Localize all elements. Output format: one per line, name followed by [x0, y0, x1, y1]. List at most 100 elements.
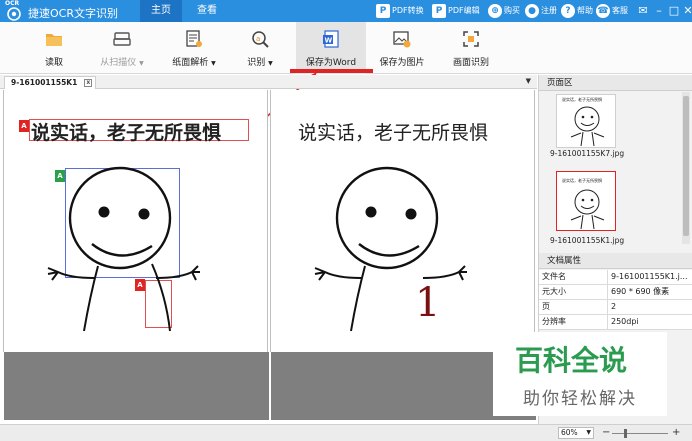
chevron-down-icon: ▼ — [586, 429, 591, 436]
prop-key: 元大小 — [542, 287, 566, 296]
thumbnail-figure — [570, 106, 605, 147]
screen-capture-icon — [463, 31, 479, 47]
parse-page-label: 纸面解析 — [172, 58, 209, 68]
prop-row: 页 2 — [539, 300, 692, 315]
thumb-text: 说实话，老子无所畏惧 — [562, 178, 602, 183]
help-label: 帮助 — [577, 6, 593, 15]
watermark-logo-text: 百科全说 — [515, 344, 627, 376]
watermark: 百科全说 助你轻松解决 — [493, 332, 667, 416]
chevron-down-icon: ▼ — [139, 60, 144, 67]
zoom-value: 60% — [561, 428, 578, 437]
chevron-down-icon: ▼ — [268, 60, 273, 67]
buy-label: 购买 — [504, 6, 520, 15]
zoom-in-button[interactable]: + — [672, 427, 680, 439]
pdf-convert-label: PDF转换 — [392, 6, 424, 15]
close-button[interactable]: ✕ — [681, 0, 692, 22]
tab-view[interactable]: 查看 — [186, 0, 228, 22]
folder-icon — [46, 34, 62, 46]
skin-icon[interactable]: ✉ — [636, 0, 650, 22]
thumb-caption-1: 9-161001155K7.jpg — [550, 149, 625, 158]
scanner-icon — [113, 32, 131, 46]
divider — [607, 270, 608, 285]
status-bar: 60% ▼ − + — [0, 424, 692, 441]
word-icon: W — [323, 30, 339, 48]
prop-value: 9-161001155K1.j... — [611, 272, 688, 281]
save-as-word-button[interactable]: W 保存为Word — [296, 22, 366, 74]
recognize-label: 识别 — [247, 58, 266, 68]
pdf-edit-label: PDF编辑 — [448, 6, 480, 15]
service-link[interactable]: ☎ 客服 — [596, 0, 628, 22]
zoom-out-button[interactable]: − — [602, 427, 610, 439]
chevron-down-icon: ▼ — [211, 60, 216, 67]
scrollbar-thumb[interactable] — [683, 96, 689, 236]
logo-text: OCR — [5, 0, 20, 7]
register-link[interactable]: ● 注册 — [525, 0, 557, 22]
phone-icon: ☎ — [596, 3, 610, 18]
parse-page-button[interactable]: 纸面解析 ▼ — [162, 22, 226, 74]
result-text[interactable]: 说实话，老子无所畏惧 — [298, 118, 488, 145]
left-pane-text: 说实话，老子无所畏惧 — [31, 122, 222, 144]
recognize-button[interactable]: a 识别 ▼ — [234, 22, 286, 74]
save-as-image-label: 保存为图片 — [379, 58, 425, 68]
pdf-edit-icon: P — [432, 3, 446, 18]
thumbnail-scrollbar[interactable] — [682, 92, 690, 244]
user-icon: ● — [525, 3, 539, 18]
prop-key: 文件名 — [542, 272, 566, 281]
prop-row: 文件名 9-161001155K1.j... — [539, 270, 692, 285]
recognize-icon: a — [252, 31, 269, 48]
close-tab-icon[interactable]: x — [84, 79, 93, 87]
thumb-caption-2: 9-161001155K1.jpg — [550, 236, 625, 245]
save-as-image-button[interactable]: 保存为图片 — [370, 22, 434, 74]
pdf-convert-link[interactable]: P PDF转换 — [376, 0, 424, 22]
prop-value: 250dpi — [611, 317, 639, 326]
zoom-slider-thumb[interactable] — [624, 429, 627, 438]
cart-icon: ⊕ — [488, 3, 502, 18]
screen-recognize-label: 画面识别 — [452, 58, 489, 68]
parse-page-icon — [186, 30, 202, 47]
empty-area — [4, 352, 269, 420]
prop-row: 元大小 690 * 690 像素 — [539, 285, 692, 300]
read-button[interactable]: 读取 — [24, 22, 84, 74]
help-link[interactable]: ? 帮助 — [561, 0, 593, 22]
save-as-word-label: 保存为Word — [305, 58, 357, 68]
prop-value: 2 — [611, 302, 617, 311]
maximize-button[interactable]: □ — [667, 0, 681, 22]
result-pane[interactable]: 说实话，老子无所畏惧 1 — [270, 90, 536, 420]
document-tab-label: 9-161001155K1 — [11, 78, 78, 87]
page-thumbnail-1[interactable]: 说实话，老子无所畏惧 — [556, 94, 616, 148]
result-number[interactable]: 1 — [415, 280, 440, 326]
text-region-badge[interactable]: A — [19, 120, 29, 132]
tab-home[interactable]: 主页 — [140, 0, 182, 22]
watermark-tagline: 助你轻松解决 — [523, 389, 637, 409]
service-label: 客服 — [612, 6, 628, 15]
prop-key: 分辨率 — [542, 317, 566, 326]
svg-text:a: a — [256, 35, 260, 43]
svg-text:W: W — [325, 37, 333, 45]
scanner-label: 从扫描仪 — [100, 58, 137, 68]
page-thumbnail-2[interactable]: 说实话，老子无所畏惧 — [556, 171, 616, 231]
original-image-pane[interactable]: A 说实话，老子无所畏惧 A A — [3, 90, 269, 420]
minimize-button[interactable]: – — [652, 0, 666, 22]
title-bar: OCR 捷速OCR文字识别 主页 查看 P PDF转换 P PDF编辑 ⊕ 购买 ● 注… — [0, 0, 692, 22]
divider — [607, 285, 608, 300]
scanner-button[interactable]: 从扫描仪 ▼ — [88, 22, 156, 74]
help-icon: ? — [561, 3, 575, 18]
document-tab-strip: 9-161001155K1 x ▼ — [0, 75, 537, 89]
zoom-slider[interactable] — [612, 433, 668, 434]
screen-recognize-button[interactable]: 画面识别 — [440, 22, 502, 74]
document-tab[interactable]: 9-161001155K1 x — [4, 76, 97, 89]
read-label: 读取 — [44, 58, 63, 68]
prop-row: 分辨率 250dpi — [539, 315, 692, 330]
doc-props-header: 文档属性 — [539, 253, 692, 269]
divider — [607, 300, 608, 315]
stick-figure-drawing — [47, 166, 200, 332]
watermark-logo: 百科全说 — [515, 344, 627, 376]
page-area-header: 页面区 — [539, 75, 692, 91]
app-title: 捷速OCR文字识别 — [28, 7, 118, 20]
prop-key: 页 — [542, 302, 550, 311]
pdf-edit-link[interactable]: P PDF编辑 — [432, 0, 480, 22]
result-figure-drawing — [314, 166, 467, 332]
buy-link[interactable]: ⊕ 购买 — [488, 0, 520, 22]
tab-list-dropdown-icon[interactable]: ▼ — [526, 77, 531, 85]
zoom-select[interactable]: 60% ▼ — [558, 427, 594, 439]
